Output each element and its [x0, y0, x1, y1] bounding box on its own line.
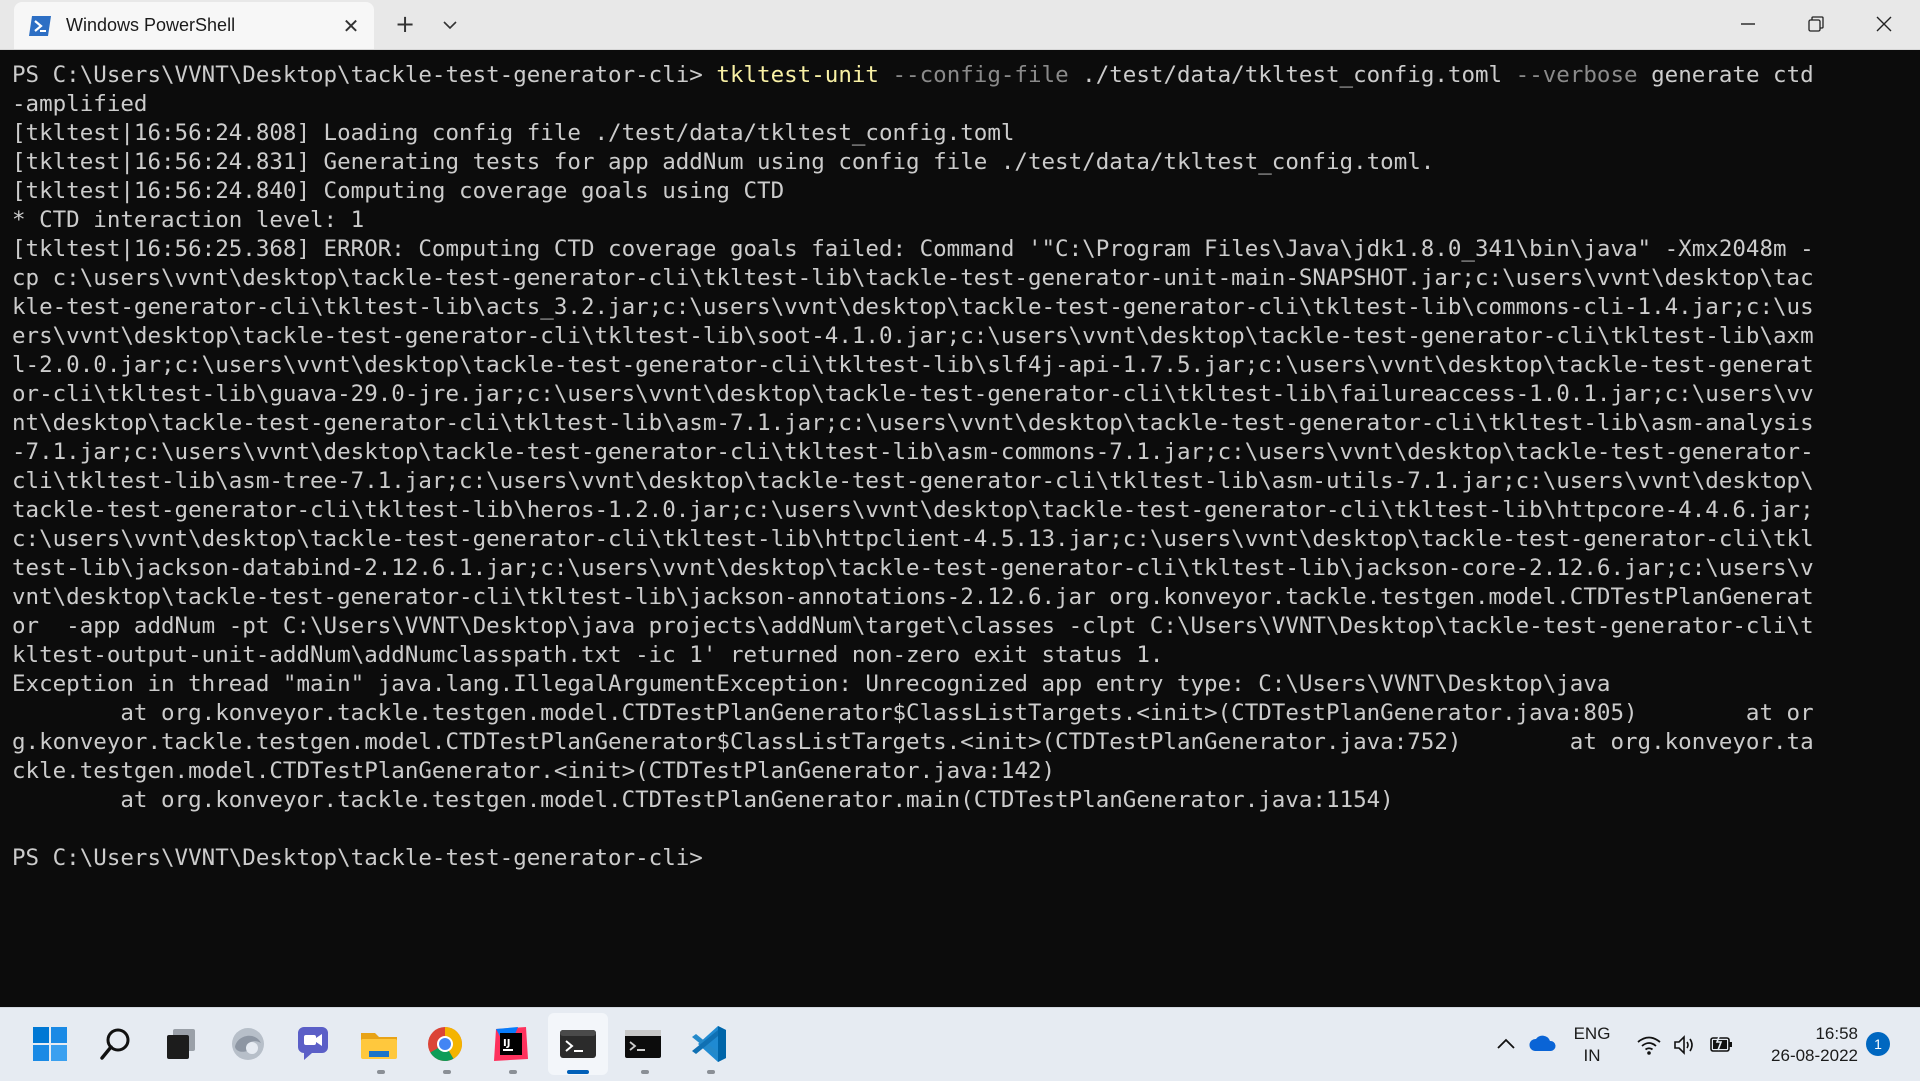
- output-line: kle-test-generator-cli\tkltest-lib\acts_…: [12, 294, 1814, 320]
- output-line: or -app addNum -pt C:\Users\VVNT\Desktop…: [12, 613, 1814, 639]
- notification-badge[interactable]: 1: [1866, 1032, 1890, 1056]
- tab-title: Windows PowerShell: [66, 15, 236, 35]
- battery-icon[interactable]: [1708, 1032, 1734, 1056]
- taskbar: IJ ENG IN 16:58 26-08-2022: [0, 1007, 1920, 1081]
- terminal-icon[interactable]: [555, 1021, 601, 1067]
- minimize-icon: [1741, 23, 1755, 25]
- output-line: ers\vvnt\desktop\tackle-test-generator-c…: [12, 323, 1814, 349]
- output-line: [tkltest|16:56:24.840] Computing coverag…: [12, 178, 785, 204]
- volume-icon[interactable]: [1672, 1034, 1698, 1056]
- command-subcommand: generate ctd: [1637, 62, 1814, 88]
- command-flag-verbose: --verbose: [1515, 62, 1638, 88]
- output-line: [tkltest|16:56:24.831] Generating tests …: [12, 149, 1435, 175]
- powershell-icon: [29, 16, 51, 36]
- current-prompt[interactable]: PS C:\Users\VVNT\Desktop\tackle-test-gen…: [12, 844, 1908, 873]
- output-line: kltest-output-unit-addNum\addNumclasspat…: [12, 642, 1164, 668]
- output-line: tackle-test-generator-cli\tkltest-lib\he…: [12, 497, 1814, 523]
- output-line: Exception in thread "main" java.lang.Ill…: [12, 671, 1611, 697]
- task-view-icon[interactable]: [158, 1021, 204, 1067]
- close-icon: [1876, 16, 1892, 32]
- output-line: or-cli\tkltest-lib\guava-29.0-jre.jar;c:…: [12, 381, 1814, 407]
- close-window-button[interactable]: [1850, 0, 1918, 48]
- prompt: PS C:\Users\VVNT\Desktop\tackle-test-gen…: [12, 62, 717, 88]
- command-executable: tkltest-unit: [716, 62, 879, 88]
- output-line: cp c:\users\vvnt\desktop\tackle-test-gen…: [12, 265, 1814, 291]
- running-indicator: [707, 1070, 715, 1074]
- clock-time[interactable]: 16:58: [1748, 1024, 1858, 1044]
- restore-icon: [1808, 16, 1824, 32]
- chevron-up-icon[interactable]: [1494, 1034, 1518, 1054]
- folder-icon[interactable]: [356, 1021, 402, 1067]
- output-line: ckle.testgen.model.CTDTestPlanGenerator.…: [12, 758, 1056, 784]
- running-indicator: [641, 1070, 649, 1074]
- output-line: cli\tkltest-lib\asm-tree-7.1.jar;c:\user…: [12, 468, 1814, 494]
- wifi-icon[interactable]: [1636, 1034, 1662, 1056]
- output-line: [tkltest|16:56:24.808] Loading config fi…: [12, 120, 1015, 146]
- title-bar[interactable]: Windows PowerShell ✕ +: [0, 0, 1920, 50]
- output-line: vnt\desktop\tackle-test-generator-cli\tk…: [12, 584, 1814, 610]
- cmd-icon[interactable]: [620, 1021, 666, 1067]
- running-indicator: [443, 1070, 451, 1074]
- minimize-button[interactable]: [1714, 0, 1782, 48]
- new-tab-button[interactable]: +: [392, 12, 418, 38]
- command-flag-config: --config-file: [892, 62, 1069, 88]
- output-line: * CTD interaction level: 1: [12, 207, 365, 233]
- search-icon[interactable]: [93, 1021, 139, 1067]
- output-line: [tkltest|16:56:25.368] ERROR: Computing …: [12, 236, 1814, 262]
- output-line: c:\users\vvnt\desktop\tackle-test-genera…: [12, 526, 1814, 552]
- edge-icon[interactable]: [225, 1021, 271, 1067]
- language-indicator-top[interactable]: ENG: [1570, 1024, 1614, 1044]
- output-line: at org.konveyor.tackle.testgen.model.CTD…: [12, 787, 1394, 813]
- clock-date[interactable]: 26-08-2022: [1748, 1046, 1858, 1066]
- running-indicator: [377, 1070, 385, 1074]
- command-config-path: ./test/data/tkltest_config.toml: [1068, 62, 1516, 88]
- output-line: test-lib\jackson-databind-2.12.6.1.jar;c…: [12, 555, 1814, 581]
- output-line: at org.konveyor.tackle.testgen.model.CTD…: [12, 700, 1814, 726]
- command-line: PS C:\Users\VVNT\Desktop\tackle-test-gen…: [12, 61, 1908, 90]
- output-line: -7.1.jar;c:\users\vvnt\desktop\tackle-te…: [12, 439, 1814, 465]
- onedrive-icon[interactable]: [1528, 1032, 1558, 1054]
- running-indicator: [509, 1070, 517, 1074]
- powershell-window: Windows PowerShell ✕ + PS C:\Users\VVNT\…: [0, 0, 1920, 1007]
- vscode-icon[interactable]: [686, 1021, 732, 1067]
- windows-logo-icon[interactable]: [27, 1021, 73, 1067]
- language-indicator-bottom[interactable]: IN: [1570, 1046, 1614, 1066]
- output-line: l-2.0.0.jar;c:\users\vvnt\desktop\tackle…: [12, 352, 1814, 378]
- chevron-down-icon[interactable]: [440, 14, 460, 36]
- svg-text:IJ: IJ: [503, 1038, 510, 1049]
- output-line: nt\desktop\tackle-test-generator-cli\tkl…: [12, 410, 1814, 436]
- chat-icon[interactable]: [290, 1021, 336, 1067]
- intellij-icon[interactable]: IJ: [488, 1021, 534, 1067]
- terminal-output[interactable]: PS C:\Users\VVNT\Desktop\tackle-test-gen…: [12, 61, 1908, 1001]
- tab-close-button[interactable]: ✕: [340, 15, 362, 37]
- active-indicator: [567, 1070, 589, 1074]
- output-line: g.konveyor.tackle.testgen.model.CTDTestP…: [12, 729, 1814, 755]
- tab-windows-powershell[interactable]: Windows PowerShell ✕: [14, 2, 374, 49]
- command-continuation: -amplified: [12, 91, 148, 117]
- restore-button[interactable]: [1782, 0, 1850, 48]
- chrome-icon[interactable]: [422, 1021, 468, 1067]
